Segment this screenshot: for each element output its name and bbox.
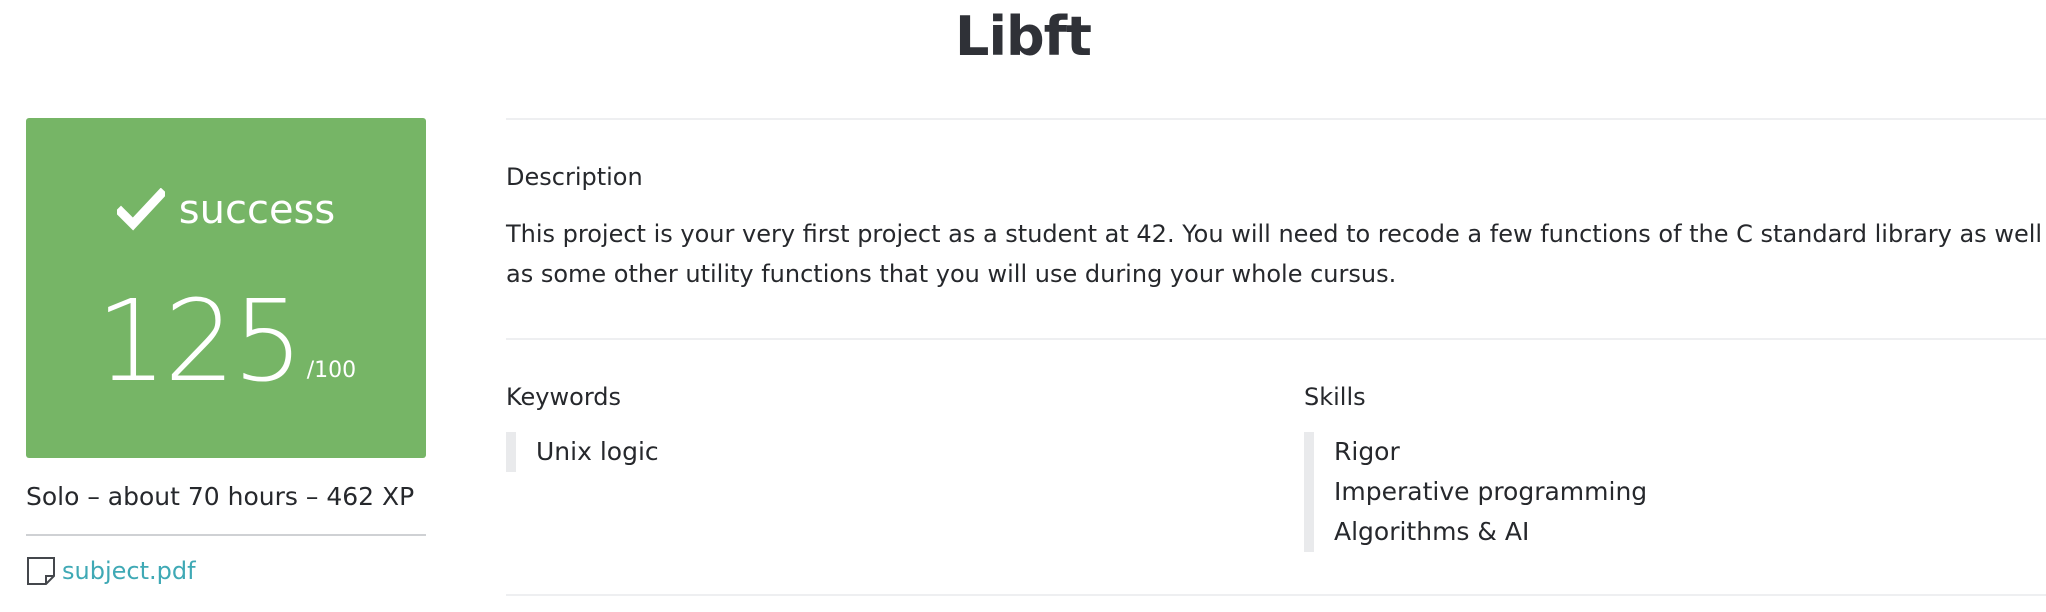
skill-item: Imperative programming xyxy=(1334,477,1648,506)
description-label: Description xyxy=(506,163,643,191)
page-title: Libft xyxy=(955,5,1092,68)
divider xyxy=(506,594,2046,596)
status-row: success xyxy=(26,186,426,234)
keywords-label: Keywords xyxy=(506,383,622,411)
skills-list: Rigor Imperative programming Algorithms … xyxy=(1304,432,2044,552)
keyword-item: Unix logic xyxy=(536,437,659,466)
tags-section: Keywords Unix logic Skills Rigor Imperat… xyxy=(506,340,2046,600)
project-sidebar: success 125 /100 Solo – about 70 hours –… xyxy=(26,118,426,586)
score-row: 125 /100 xyxy=(26,286,426,398)
skills-label: Skills xyxy=(1304,383,1366,411)
skill-item: Algorithms & AI xyxy=(1334,517,1530,546)
file-icon xyxy=(26,556,56,586)
keywords-list: Unix logic xyxy=(506,432,1304,472)
max-mark: /100 xyxy=(306,358,357,383)
project-details: Description This project is your very fi… xyxy=(506,118,2046,600)
description-text: This project is your very first project … xyxy=(506,220,2043,288)
check-icon xyxy=(114,187,168,232)
grade-card: success 125 /100 xyxy=(26,118,426,458)
attachment[interactable]: subject.pdf xyxy=(26,556,426,586)
final-mark: 125 xyxy=(95,277,304,407)
keywords-column: Keywords Unix logic xyxy=(506,382,1304,600)
description-section: Description This project is your very fi… xyxy=(506,120,2046,338)
project-meta: Solo – about 70 hours – 462 XP xyxy=(26,480,426,536)
status-label: success xyxy=(178,187,336,233)
subject-pdf-link[interactable]: subject.pdf xyxy=(62,556,196,586)
skill-item: Rigor xyxy=(1334,437,1400,466)
skills-column: Skills Rigor Imperative programming Algo… xyxy=(1304,382,2044,600)
